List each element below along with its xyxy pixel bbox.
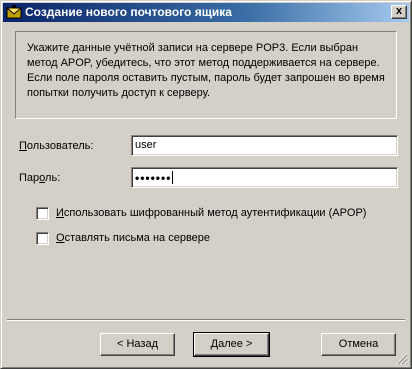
apop-label-text: спользовать шифрованный метод аутентифик…: [63, 207, 367, 219]
keep-mail-checkbox[interactable]: [36, 232, 49, 245]
user-label: Пользователь:: [19, 140, 93, 152]
title-bar[interactable]: Создание нового почтового ящика x: [3, 3, 409, 22]
user-value: user: [135, 139, 157, 151]
info-panel: Укажите данные учётной записи на сервере…: [15, 31, 397, 119]
password-field[interactable]: •••••••: [131, 167, 398, 188]
close-icon: x: [395, 5, 403, 17]
mailbox-icon: [6, 5, 22, 19]
back-button[interactable]: < Назад: [100, 333, 175, 356]
window-title: Создание нового почтового ящика: [25, 5, 232, 19]
password-label-rest: ль:: [45, 172, 61, 184]
cancel-button[interactable]: Отмена: [321, 333, 396, 356]
apop-label: Использовать шифрованный метод аутентифи…: [56, 207, 366, 220]
info-text: Укажите данные учётной записи на сервере…: [27, 42, 385, 99]
keep-mail-label: Оставлять письма на сервере: [56, 232, 210, 245]
user-field[interactable]: user: [131, 135, 398, 156]
keep-mail-label-text: ставлять письма на сервере: [64, 232, 211, 244]
next-button[interactable]: Далее >: [193, 332, 270, 357]
password-label-pre: Пар: [19, 172, 40, 184]
password-label: Пароль:: [19, 172, 60, 184]
resize-grip-icon[interactable]: [396, 353, 408, 365]
keep-mail-option[interactable]: Оставлять письма на сервере: [36, 232, 376, 246]
apop-checkbox[interactable]: [36, 207, 49, 220]
user-label-text: ользователь:: [26, 140, 94, 152]
apop-option[interactable]: Использовать шифрованный метод аутентифи…: [36, 207, 376, 221]
text-caret: [172, 171, 174, 184]
apop-label-accel: И: [56, 207, 64, 219]
user-label-accel: П: [19, 140, 27, 152]
password-value: •••••••: [135, 171, 172, 185]
dialog-window: Создание нового почтового ящика x Укажит…: [0, 0, 412, 369]
button-separator: [7, 319, 405, 321]
close-button[interactable]: x: [391, 5, 407, 19]
keep-mail-label-accel: О: [56, 232, 65, 244]
